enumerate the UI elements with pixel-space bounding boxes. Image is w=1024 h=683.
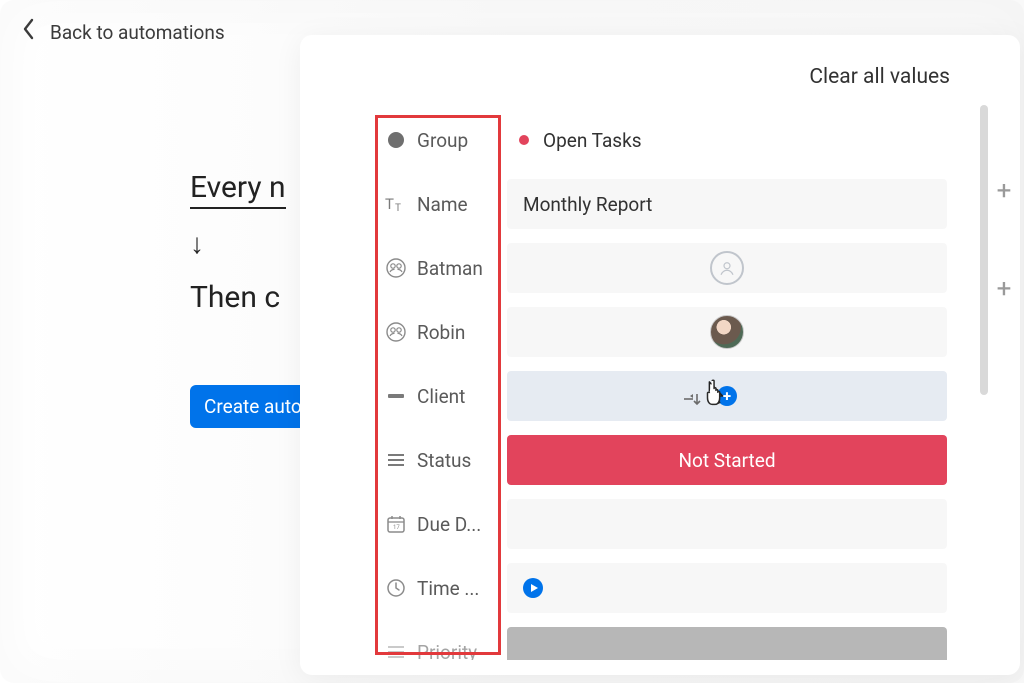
group-name: Open Tasks <box>543 129 642 152</box>
field-row-client: Client + <box>375 371 947 421</box>
group-color-dot <box>519 135 529 145</box>
field-row-robin: Robin <box>375 307 947 357</box>
link-arrow-icon <box>681 391 703 405</box>
svg-text:T: T <box>385 195 394 213</box>
field-label-time: Time ... <box>375 577 507 600</box>
field-row-group: Group Open Tasks <box>375 115 947 165</box>
field-label-robin: Robin <box>375 321 507 344</box>
play-icon <box>523 578 543 598</box>
field-value-time[interactable] <box>507 563 947 613</box>
scrollbar-thumb[interactable] <box>980 105 988 395</box>
field-label-client: Client <box>375 385 507 408</box>
field-value-group[interactable]: Open Tasks <box>507 115 947 165</box>
calendar-icon: 17 <box>385 513 407 535</box>
field-value-name[interactable]: Monthly Report <box>507 179 947 229</box>
field-value-priority[interactable] <box>507 627 947 660</box>
status-text: Not Started <box>678 449 775 472</box>
fields-scroll-area[interactable]: Group Open Tasks TT Name <box>375 115 947 660</box>
back-to-automations-link[interactable]: Back to automations <box>22 18 225 46</box>
field-row-batman: Batman <box>375 243 947 293</box>
clock-icon <box>385 577 407 599</box>
field-row-name: TT Name Monthly Report <box>375 179 947 229</box>
field-value-status[interactable]: Not Started <box>507 435 947 485</box>
person-empty-icon <box>710 251 744 285</box>
field-label-status: Status <box>375 449 507 472</box>
plus-icon: + <box>717 386 737 406</box>
arrow-down-icon: ↓ <box>190 227 316 260</box>
field-label-due-date: 17 Due D... <box>375 513 507 536</box>
status-icon <box>385 449 407 471</box>
field-value-due-date[interactable] <box>507 499 947 549</box>
connect-boards-icon <box>385 385 407 407</box>
chevron-left-icon <box>22 18 36 46</box>
automation-trigger[interactable]: Every n <box>190 170 286 209</box>
field-value-batman[interactable] <box>507 243 947 293</box>
status-icon <box>385 641 407 660</box>
field-value-client[interactable]: + <box>507 371 947 421</box>
add-block-button[interactable]: + <box>992 180 1016 204</box>
field-row-time: Time ... <box>375 563 947 613</box>
text-icon: TT <box>385 193 407 215</box>
field-row-status: Status Not Started <box>375 435 947 485</box>
svg-text:17: 17 <box>393 524 400 531</box>
field-label-name: TT Name <box>375 193 507 216</box>
automation-action[interactable]: Then c <box>190 280 316 315</box>
field-row-priority: Priority <box>375 627 947 660</box>
field-label-priority: Priority <box>375 641 507 661</box>
people-icon <box>385 321 407 343</box>
back-label: Back to automations <box>50 21 225 44</box>
add-block-button[interactable]: + <box>992 278 1016 302</box>
automation-recipe-background: Every n ↓ Then c Create auto <box>190 170 316 428</box>
field-label-batman: Batman <box>375 257 507 280</box>
group-icon <box>385 129 407 151</box>
field-value-robin[interactable] <box>507 307 947 357</box>
name-text: Monthly Report <box>523 193 652 216</box>
create-automation-button[interactable]: Create auto <box>190 385 316 428</box>
people-icon <box>385 257 407 279</box>
field-row-due-date: 17 Due D... <box>375 499 947 549</box>
clear-all-values-button[interactable]: Clear all values <box>809 65 950 89</box>
item-values-modal: Clear all values Group Open Tasks <box>300 35 1020 675</box>
field-label-group: Group <box>375 129 507 152</box>
svg-text:T: T <box>395 203 401 214</box>
scrollbar[interactable] <box>980 105 988 625</box>
avatar <box>710 315 744 349</box>
